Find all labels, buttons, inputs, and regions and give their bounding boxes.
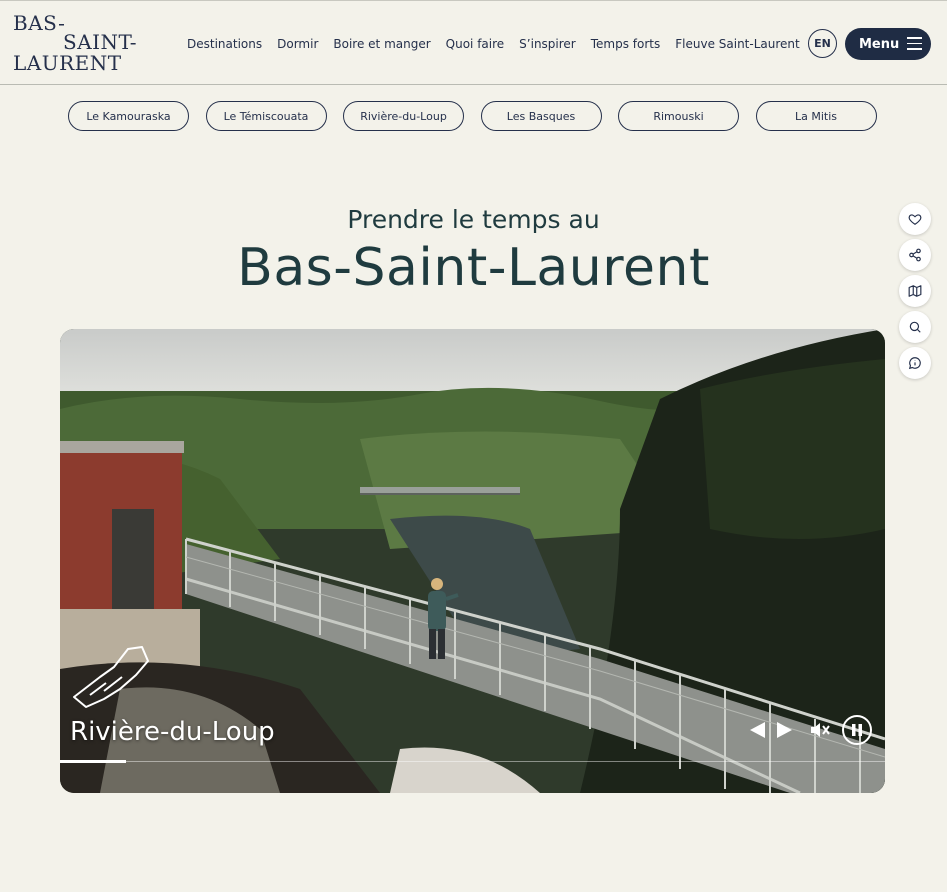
region-pill-kamouraska[interactable]: Le Kamouraska (68, 101, 189, 131)
map-icon (908, 285, 922, 297)
region-pill-la-mitis[interactable]: La Mitis (755, 101, 877, 131)
region-map-icon (73, 646, 149, 708)
share-icon (909, 248, 921, 262)
search-icon (909, 321, 921, 333)
triangle-right-icon (777, 722, 792, 738)
search-button[interactable] (899, 311, 931, 343)
nav-item-temps-forts[interactable]: Temps forts (591, 35, 661, 53)
pause-button[interactable] (842, 715, 872, 745)
next-slide-button[interactable] (769, 715, 799, 745)
video-progress-track[interactable] (60, 761, 885, 762)
pause-icon (852, 724, 862, 736)
language-toggle-button[interactable]: EN (808, 29, 837, 58)
menu-button-label: Menu (859, 36, 900, 52)
triangle-left-icon (750, 722, 765, 738)
nav-item-fleuve-saint-laurent[interactable]: Fleuve Saint-Laurent (675, 35, 799, 53)
site-logo[interactable]: BAS- SAINT- LAURENT (13, 13, 143, 75)
nav-item-dormir[interactable]: Dormir (277, 35, 318, 53)
region-pill-rimouski[interactable]: Rimouski (618, 101, 739, 131)
hero-video[interactable]: Rivière-du-Loup (60, 329, 885, 793)
nav-item-boire-et-manger[interactable]: Boire et manger (333, 35, 430, 53)
mute-button[interactable] (805, 715, 835, 745)
menu-button[interactable]: Menu (845, 28, 931, 60)
info-chat-icon (908, 357, 921, 370)
side-toolbar (899, 203, 933, 383)
hero-pretitle: Prendre le temps au (347, 205, 600, 234)
region-pill-les-basques[interactable]: Les Basques (480, 101, 602, 131)
region-pill-riviere-du-loup[interactable]: Rivière-du-Loup (343, 101, 464, 131)
nav-item-quoi-faire[interactable]: Quoi faire (446, 35, 505, 53)
nav-item-sinspirer[interactable]: S’inspirer (519, 35, 576, 53)
hamburger-icon (907, 37, 922, 50)
region-pill-temiscouata[interactable]: Le Témiscouata (205, 101, 327, 131)
logo-line-2: SAINT- (63, 30, 138, 54)
share-button[interactable] (899, 239, 931, 271)
speaker-muted-icon (811, 723, 830, 737)
info-button[interactable] (899, 347, 931, 379)
video-progress-fill (60, 760, 126, 763)
site-header: BAS- SAINT- LAURENT Destinations Dormir … (0, 1, 947, 85)
heart-icon (908, 214, 922, 225)
map-button[interactable] (899, 275, 931, 307)
hero-title: Bas-Saint-Laurent (237, 238, 710, 298)
main-nav: Destinations Dormir Boire et manger Quoi… (187, 35, 815, 53)
region-filter-bar: Le Kamouraska Le Témiscouata Rivière-du-… (68, 101, 893, 131)
logo-line-1: BAS- (13, 11, 66, 35)
logo-line-3: LAURENT (13, 51, 122, 75)
video-caption: Rivière-du-Loup (70, 717, 275, 747)
nav-item-destinations[interactable]: Destinations (187, 35, 262, 53)
favorite-button[interactable] (899, 203, 931, 235)
